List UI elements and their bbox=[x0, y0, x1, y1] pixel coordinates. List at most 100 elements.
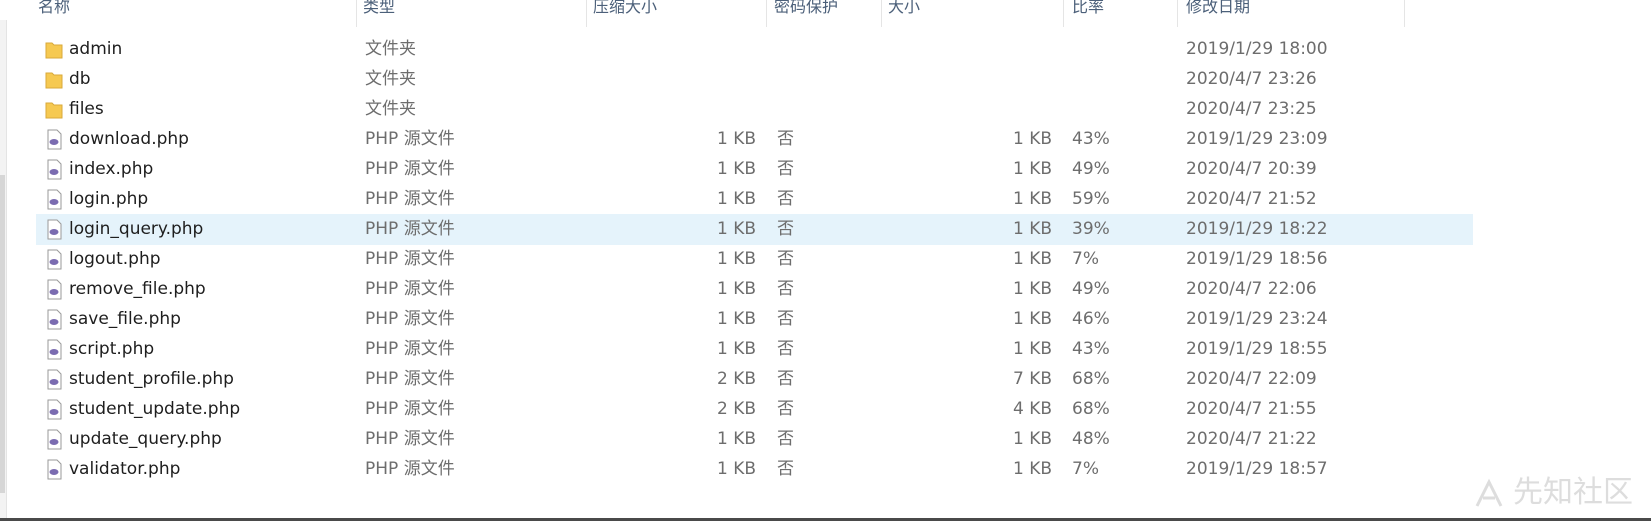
password-protected: 否 bbox=[777, 399, 794, 419]
file-size bbox=[916, 34, 1052, 65]
file-size: 1 KB bbox=[1012, 429, 1052, 449]
column-header-ratio[interactable]: 比率 bbox=[1072, 0, 1104, 20]
modified-date: 2020/4/7 23:25 bbox=[1186, 99, 1317, 119]
file-type: PHP 源文件 bbox=[365, 249, 455, 269]
column-header-size[interactable]: 大小 bbox=[888, 0, 920, 20]
column-divider[interactable] bbox=[1177, 0, 1178, 27]
modified-date: 2020/4/7 23:26 bbox=[1186, 69, 1317, 89]
file-type: PHP 源文件 bbox=[365, 339, 455, 359]
file-size: 1 KB bbox=[1012, 249, 1052, 269]
packed-size: 1 KB bbox=[716, 129, 756, 149]
table-row[interactable]: student_profile.php PHP 源文件 2 KB 否 7 KB … bbox=[36, 364, 1473, 395]
modified-date: 2020/4/7 22:09 bbox=[1186, 369, 1317, 389]
packed-size: 1 KB bbox=[716, 309, 756, 329]
folder-icon bbox=[45, 72, 63, 89]
file-type: PHP 源文件 bbox=[365, 399, 455, 419]
file-size: 1 KB bbox=[1012, 219, 1052, 239]
file-size bbox=[916, 64, 1052, 95]
php-file-icon bbox=[47, 219, 62, 240]
table-row[interactable]: index.php PHP 源文件 1 KB 否 1 KB 49% 2020/4… bbox=[36, 154, 1473, 185]
modified-date: 2019/1/29 18:00 bbox=[1186, 39, 1328, 59]
file-type: 文件夹 bbox=[365, 99, 416, 119]
packed-size bbox=[616, 64, 756, 95]
file-type: PHP 源文件 bbox=[365, 279, 455, 299]
password-protected: 否 bbox=[777, 369, 794, 389]
file-name: login_query.php bbox=[69, 219, 204, 239]
packed-size: 1 KB bbox=[716, 459, 756, 479]
packed-size: 1 KB bbox=[716, 279, 756, 299]
column-divider[interactable] bbox=[1404, 0, 1405, 27]
file-name: script.php bbox=[69, 339, 155, 359]
table-row[interactable]: logout.php PHP 源文件 1 KB 否 1 KB 7% 2019/1… bbox=[36, 244, 1473, 275]
column-header-password[interactable]: 密码保护 bbox=[774, 0, 838, 20]
password-protected: 否 bbox=[777, 429, 794, 449]
password-protected: 否 bbox=[777, 189, 794, 209]
column-header-packed-size[interactable]: 压缩大小 bbox=[593, 0, 657, 20]
compression-ratio: 49% bbox=[1072, 159, 1110, 179]
file-type: 文件夹 bbox=[365, 39, 416, 59]
compression-ratio: 43% bbox=[1072, 339, 1110, 359]
php-file-icon bbox=[47, 189, 62, 210]
column-divider[interactable] bbox=[586, 0, 587, 27]
column-divider[interactable] bbox=[881, 0, 882, 27]
column-divider[interactable] bbox=[1063, 0, 1064, 27]
file-type: PHP 源文件 bbox=[365, 369, 455, 389]
modified-date: 2020/4/7 21:55 bbox=[1186, 399, 1317, 419]
table-row[interactable]: admin 文件夹 2019/1/29 18:00 bbox=[36, 34, 1473, 65]
column-divider[interactable] bbox=[766, 0, 767, 27]
compression-ratio: 39% bbox=[1072, 219, 1110, 239]
php-file-icon bbox=[47, 309, 62, 330]
packed-size: 1 KB bbox=[716, 189, 756, 209]
table-row[interactable]: files 文件夹 2020/4/7 23:25 bbox=[36, 94, 1473, 125]
packed-size: 1 KB bbox=[716, 219, 756, 239]
table-row[interactable]: save_file.php PHP 源文件 1 KB 否 1 KB 46% 20… bbox=[36, 304, 1473, 335]
table-row[interactable]: script.php PHP 源文件 1 KB 否 1 KB 43% 2019/… bbox=[36, 334, 1473, 365]
file-size bbox=[916, 94, 1052, 125]
column-divider[interactable] bbox=[356, 0, 357, 27]
modified-date: 2019/1/29 23:09 bbox=[1186, 129, 1328, 149]
left-scrollbar-thumb[interactable] bbox=[0, 175, 5, 493]
table-row[interactable]: update_query.php PHP 源文件 1 KB 否 1 KB 48%… bbox=[36, 424, 1473, 455]
compression-ratio: 43% bbox=[1072, 129, 1110, 149]
file-name: admin bbox=[69, 39, 123, 59]
file-name: student_profile.php bbox=[69, 369, 234, 389]
packed-size: 2 KB bbox=[716, 399, 756, 419]
column-header-name[interactable]: 名称 bbox=[38, 0, 70, 20]
compression-ratio: 7% bbox=[1072, 459, 1099, 479]
modified-date: 2020/4/7 20:39 bbox=[1186, 159, 1317, 179]
table-row[interactable]: student_update.php PHP 源文件 2 KB 否 4 KB 6… bbox=[36, 394, 1473, 425]
file-type: PHP 源文件 bbox=[365, 459, 455, 479]
table-row[interactable]: validator.php PHP 源文件 1 KB 否 1 KB 7% 201… bbox=[36, 454, 1473, 485]
table-row[interactable]: db 文件夹 2020/4/7 23:26 bbox=[36, 64, 1473, 95]
password-protected: 否 bbox=[777, 459, 794, 479]
modified-date: 2019/1/29 18:22 bbox=[1186, 219, 1328, 239]
password-protected: 否 bbox=[777, 129, 794, 149]
table-row[interactable]: login.php PHP 源文件 1 KB 否 1 KB 59% 2020/4… bbox=[36, 184, 1473, 215]
compression-ratio: 7% bbox=[1072, 249, 1099, 269]
file-name: login.php bbox=[69, 189, 149, 209]
php-file-icon bbox=[47, 369, 62, 390]
file-name: save_file.php bbox=[69, 309, 181, 329]
table-row-selected[interactable]: login_query.php PHP 源文件 1 KB 否 1 KB 39% … bbox=[36, 214, 1473, 245]
php-file-icon bbox=[47, 159, 62, 180]
folder-icon bbox=[45, 42, 63, 59]
packed-size: 1 KB bbox=[716, 429, 756, 449]
modified-date: 2019/1/29 18:56 bbox=[1186, 249, 1328, 269]
watermark: 先知社区 bbox=[1433, 473, 1633, 513]
watermark-logo-icon bbox=[1475, 478, 1503, 507]
column-header-type[interactable]: 类型 bbox=[363, 0, 395, 20]
left-scrollbar[interactable] bbox=[0, 0, 7, 521]
compression-ratio: 48% bbox=[1072, 429, 1110, 449]
file-type: 文件夹 bbox=[365, 69, 416, 89]
packed-size bbox=[616, 94, 756, 125]
file-type: PHP 源文件 bbox=[365, 429, 455, 449]
file-type: PHP 源文件 bbox=[365, 159, 455, 179]
password-protected: 否 bbox=[777, 339, 794, 359]
column-header-modified[interactable]: 修改日期 bbox=[1186, 0, 1250, 20]
table-row[interactable]: download.php PHP 源文件 1 KB 否 1 KB 43% 201… bbox=[36, 124, 1473, 155]
table-row[interactable]: remove_file.php PHP 源文件 1 KB 否 1 KB 49% … bbox=[36, 274, 1473, 305]
modified-date: 2020/4/7 21:22 bbox=[1186, 429, 1317, 449]
file-size: 1 KB bbox=[1012, 159, 1052, 179]
file-name: student_update.php bbox=[69, 399, 241, 419]
packed-size: 1 KB bbox=[716, 249, 756, 269]
